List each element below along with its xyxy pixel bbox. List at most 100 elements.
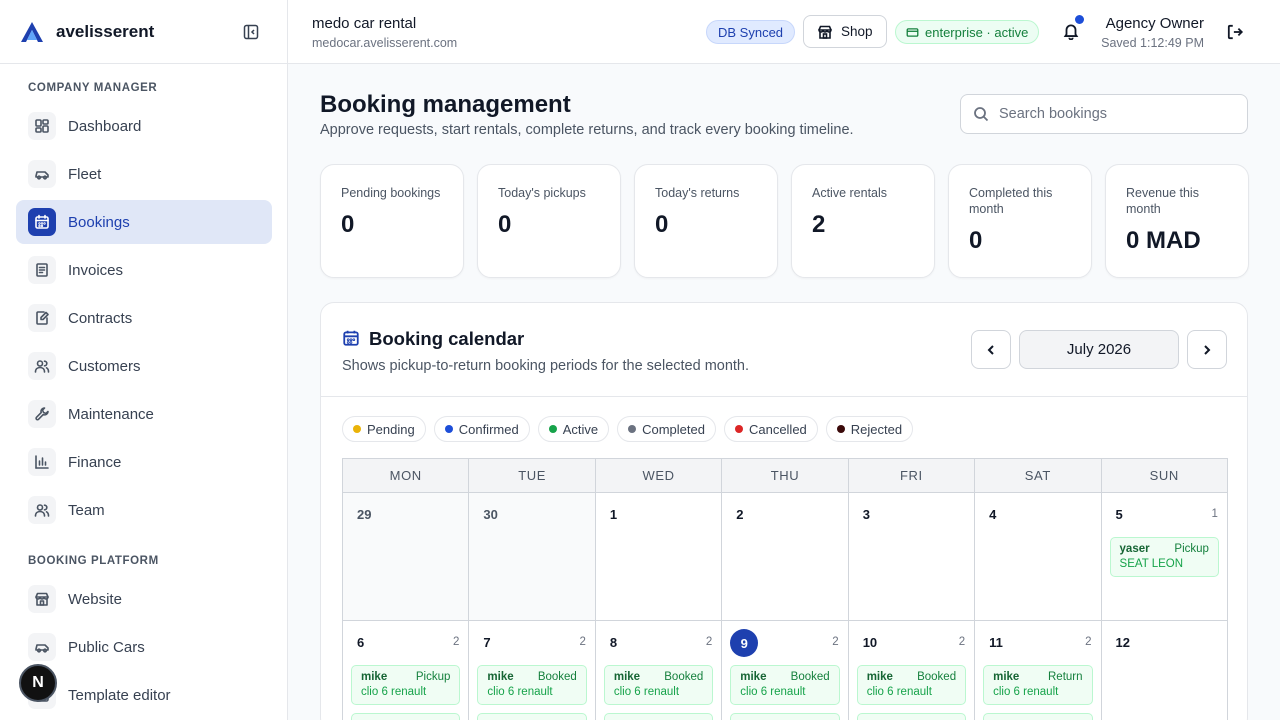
sidebar-collapse-icon[interactable] xyxy=(243,24,259,40)
sidebar: avelisserent COMPANY MANAGER Dashboard F… xyxy=(0,0,288,720)
stat-card-active: Active rentals 2 xyxy=(791,164,935,278)
calendar-day-cell[interactable]: 9 2 mike Booked clio 6 renault xyxy=(722,621,849,720)
booking-event[interactable]: mike Booked clio 6 renault xyxy=(856,665,967,705)
sidebar-item-label: Dashboard xyxy=(68,117,142,135)
sidebar-item-bookings[interactable]: Bookings xyxy=(16,200,272,244)
legend-label: Active xyxy=(562,421,599,437)
booking-count: 2 xyxy=(832,636,839,648)
day-number: 2 xyxy=(736,507,744,522)
booking-event-partial[interactable] xyxy=(730,713,840,720)
sidebar-item-website[interactable]: Website xyxy=(16,577,272,621)
booking-event[interactable]: mike Booked clio 6 renault xyxy=(603,665,714,705)
calendar-title: Booking calendar xyxy=(369,328,525,349)
event-header: mike Pickup xyxy=(361,671,450,683)
booking-event[interactable]: mike Return clio 6 renault xyxy=(983,665,1093,705)
booking-event-partial[interactable] xyxy=(983,713,1093,720)
sidebar-item-label: Finance xyxy=(68,453,122,471)
calendar-day-cell[interactable]: 2 xyxy=(722,493,849,621)
event-status: Booked xyxy=(790,671,830,683)
day-number: 6 xyxy=(357,635,365,650)
booking-event-partial[interactable] xyxy=(856,713,967,720)
team-icon xyxy=(28,496,56,524)
sidebar-item-invoices[interactable]: Invoices xyxy=(16,248,272,292)
weekday-label: SAT xyxy=(975,459,1102,493)
legend-chip-completed[interactable]: Completed xyxy=(617,416,716,442)
plan-status-badge: enterprise · active xyxy=(895,20,1040,44)
store-icon xyxy=(818,25,832,39)
calendar-day-cell[interactable]: 10 2 mike Booked clio 6 renault xyxy=(848,621,976,720)
sidebar-item-dashboard[interactable]: Dashboard xyxy=(16,104,272,148)
chevron-left-icon xyxy=(987,344,994,355)
sidebar-item-customers[interactable]: Customers xyxy=(16,344,272,388)
sidebar-item-team[interactable]: Team xyxy=(16,488,272,532)
sidebar-item-fleet[interactable]: Fleet xyxy=(16,152,272,196)
event-header: mike Booked xyxy=(487,671,576,683)
contract-icon xyxy=(28,304,56,332)
booking-event[interactable]: yaser Pickup SEAT LEON xyxy=(1109,537,1219,577)
today-day-number: 9 xyxy=(730,629,759,657)
search-input[interactable] xyxy=(999,106,1229,122)
stat-value: 0 xyxy=(969,227,983,254)
notifications-button[interactable] xyxy=(1062,15,1084,42)
brand-logo-icon xyxy=(21,21,43,42)
calendar-day-cell[interactable]: 7 2 mike Booked clio 6 renault xyxy=(469,621,596,720)
booking-event[interactable]: mike Pickup clio 6 renault xyxy=(351,665,461,705)
sidebar-item-contracts[interactable]: Contracts xyxy=(16,296,272,340)
event-customer: mike xyxy=(993,671,1020,683)
next-month-button[interactable] xyxy=(1187,330,1227,369)
stat-card-pending: Pending bookings 0 xyxy=(320,164,464,278)
calendar-day-cell[interactable]: 30 xyxy=(469,493,596,621)
sidebar-item-maintenance[interactable]: Maintenance xyxy=(16,392,272,436)
calendar-header: Booking calendar Shows pickup-to-return … xyxy=(321,303,1247,397)
plan-status-label: enterprise · active xyxy=(925,24,1029,40)
prev-month-button[interactable] xyxy=(971,330,1011,369)
legend-chip-cancelled[interactable]: Cancelled xyxy=(723,416,818,442)
stat-card-completed: Completed this month 0 xyxy=(948,164,1092,278)
calendar-week-row: 6 2 mike Pickup clio 6 renault 7 2 mike Booked cl… xyxy=(343,621,1228,720)
calendar-day-cell[interactable]: 12 xyxy=(1101,621,1228,720)
company-domain: medocar.avelisserent.com xyxy=(312,36,458,50)
event-car: clio 6 renault xyxy=(487,686,553,698)
user-info[interactable]: Agency Owner Saved 1:12:49 PM xyxy=(1101,15,1204,50)
calendar-day-cell[interactable]: 11 2 mike Return clio 6 renault xyxy=(975,621,1102,720)
calendar-day-cell[interactable]: 4 xyxy=(975,493,1102,621)
sidebar-item-finance[interactable]: Finance xyxy=(16,440,272,484)
stat-label: Active rentals xyxy=(812,186,888,200)
booking-event[interactable]: mike Booked clio 6 renault xyxy=(730,665,840,705)
calendar-icon xyxy=(28,208,56,236)
shop-button-label: Shop xyxy=(841,24,873,39)
sidebar-item-public-cars[interactable]: Public Cars xyxy=(16,625,272,669)
legend-chip-rejected[interactable]: Rejected xyxy=(825,416,914,442)
booking-event-partial[interactable] xyxy=(477,713,587,720)
legend-chip-active[interactable]: Active xyxy=(537,416,610,442)
stat-card-returns: Today's returns 0 xyxy=(634,164,778,278)
car-icon xyxy=(28,160,56,188)
shop-button[interactable]: Shop xyxy=(803,15,887,48)
calendar-day-cell[interactable]: 8 2 mike Booked clio 6 renault xyxy=(595,621,723,720)
calendar-day-cell[interactable]: 29 xyxy=(343,493,470,621)
legend-chip-pending[interactable]: Pending xyxy=(342,416,426,442)
stat-value: 0 xyxy=(655,211,669,238)
search-box xyxy=(960,94,1248,134)
booking-event-partial[interactable] xyxy=(351,713,461,720)
legend-chip-confirmed[interactable]: Confirmed xyxy=(433,416,530,442)
sidebar-item-label: Template editor xyxy=(68,686,171,704)
page-title: Booking management xyxy=(320,91,571,118)
legend-label: Confirmed xyxy=(458,421,519,437)
event-header: mike Booked xyxy=(740,671,829,683)
calendar-grid: MON TUE WED THU FRI SAT SUN 29 30 1 2 3 4 5 1 yaser Pick… xyxy=(342,458,1228,720)
booking-event[interactable]: mike Booked clio 6 renault xyxy=(477,665,587,705)
calendar-day-cell[interactable]: 3 xyxy=(848,493,976,621)
section-title-booking-platform: BOOKING PLATFORM xyxy=(28,555,159,567)
booking-event-partial[interactable] xyxy=(603,713,714,720)
calendar-day-cell[interactable]: 6 2 mike Pickup clio 6 renault xyxy=(343,621,470,720)
calendar-day-cell[interactable]: 5 1 yaser Pickup SEAT LEON xyxy=(1101,493,1228,621)
month-selector[interactable]: July 2026 xyxy=(1019,330,1179,369)
app-badge[interactable]: N xyxy=(19,664,57,702)
weekday-label: FRI xyxy=(848,459,976,493)
calendar-day-cell[interactable]: 1 xyxy=(595,493,723,621)
status-dot xyxy=(353,425,361,433)
weekday-label: SUN xyxy=(1101,459,1228,493)
stat-value: 2 xyxy=(812,211,826,238)
logout-button[interactable] xyxy=(1226,23,1244,41)
